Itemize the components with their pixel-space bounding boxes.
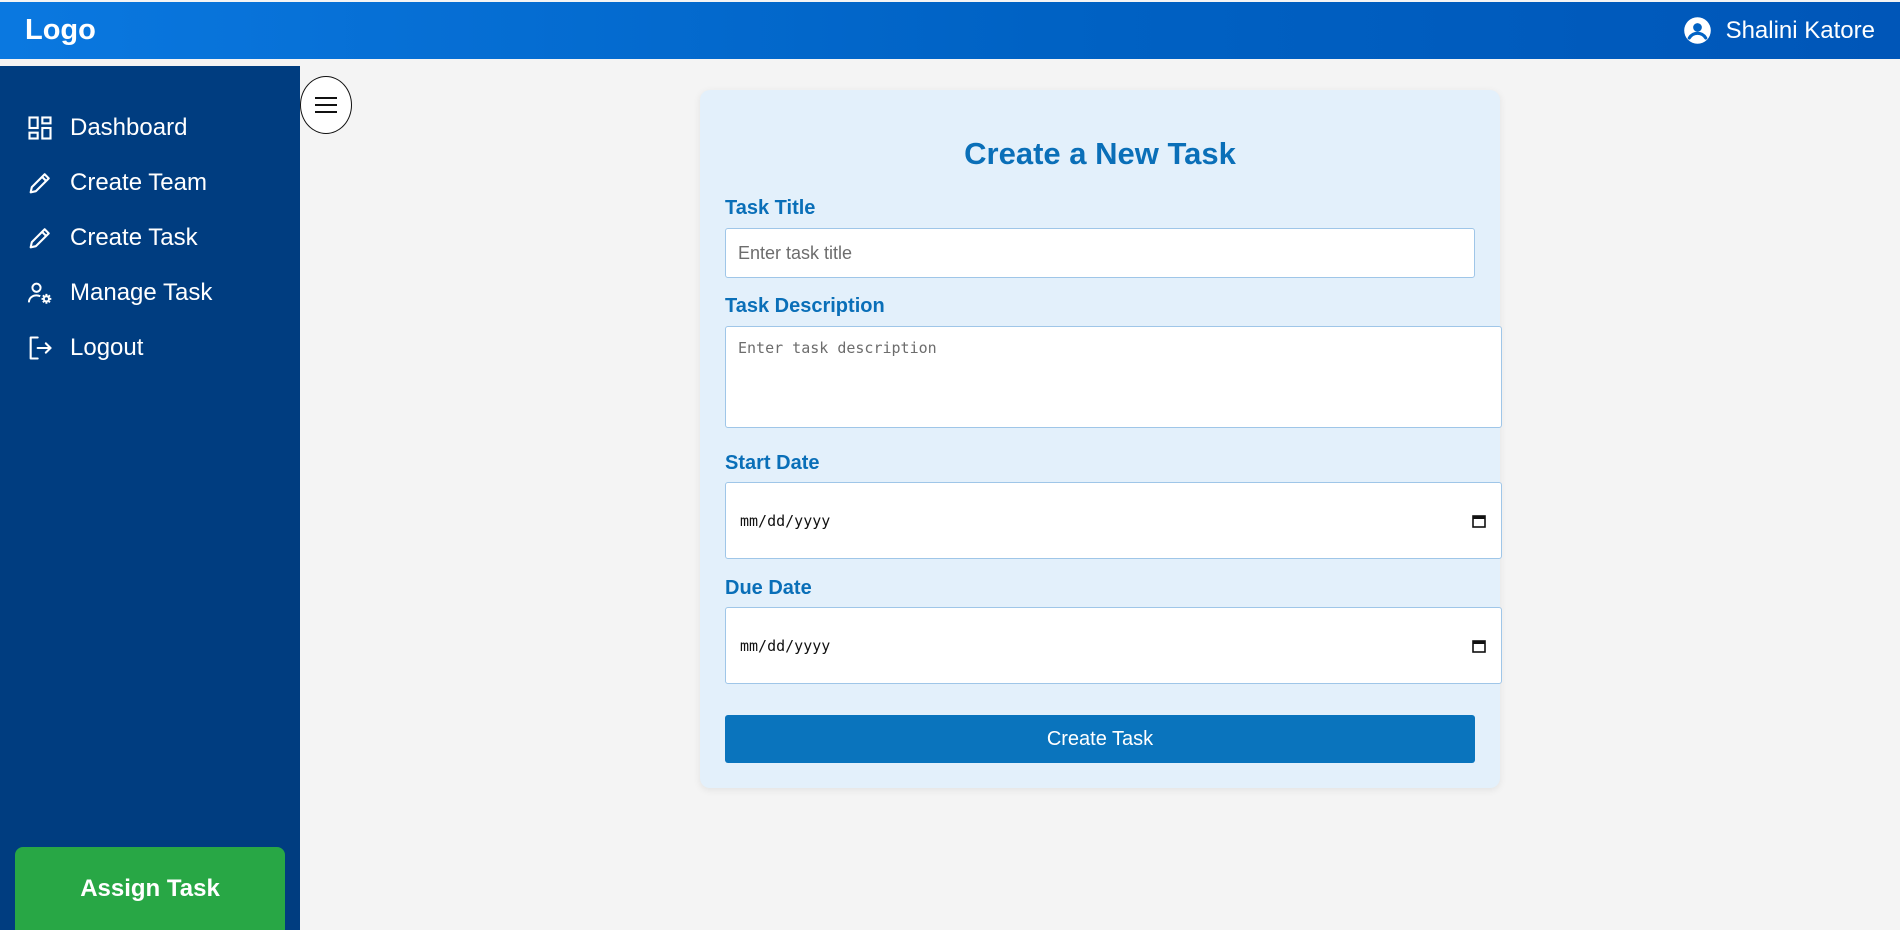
sidebar-toggle-button[interactable]: [300, 76, 352, 134]
task-description-label: Task Description: [725, 295, 885, 317]
calendar-icon[interactable]: [1471, 513, 1487, 529]
start-date-label: Start Date: [725, 452, 820, 474]
task-title-label: Task Title: [725, 197, 816, 219]
user-gear-icon: [26, 279, 54, 307]
task-title-input[interactable]: [725, 228, 1475, 278]
sidebar-item-label: Dashboard: [70, 113, 188, 141]
sidebar-item-label: Create Task: [70, 223, 198, 251]
sidebar-nav: Dashboard Create Team Create Task Manage…: [0, 66, 300, 375]
pencil-icon: [26, 169, 54, 197]
task-description-textarea[interactable]: [725, 326, 1502, 428]
account-circle-icon: [1683, 17, 1711, 44]
sidebar-item-manage-task[interactable]: Manage Task: [0, 265, 300, 320]
logo[interactable]: Logo: [25, 14, 96, 47]
user-name: Shalini Katore: [1725, 16, 1875, 44]
due-date-value: mm/dd/yyyy: [740, 636, 831, 655]
sidebar-item-create-team[interactable]: Create Team: [0, 155, 300, 210]
due-date-label: Due Date: [725, 577, 812, 599]
pencil-icon: [26, 224, 54, 252]
sidebar-item-label: Logout: [70, 333, 144, 361]
page-title: Create a New Task: [964, 136, 1236, 171]
user-menu[interactable]: Shalini Katore: [1683, 16, 1875, 45]
sidebar: Dashboard Create Team Create Task Manage…: [0, 66, 300, 930]
start-date-input[interactable]: mm/dd/yyyy: [725, 482, 1502, 559]
logout-icon: [26, 334, 54, 362]
sidebar-item-label: Create Team: [70, 168, 207, 196]
sidebar-item-logout[interactable]: Logout: [0, 320, 300, 375]
due-date-input[interactable]: mm/dd/yyyy: [725, 607, 1502, 684]
sidebar-item-dashboard[interactable]: Dashboard: [0, 100, 300, 155]
start-date-value: mm/dd/yyyy: [740, 511, 831, 530]
create-task-card: Create a New Task Task Title Task Descri…: [700, 90, 1502, 788]
create-task-button[interactable]: Create Task: [725, 715, 1475, 763]
top-navbar: Logo Shalini Katore: [0, 2, 1900, 59]
sidebar-item-label: Manage Task: [70, 278, 213, 306]
dashboard-icon: [26, 114, 54, 142]
hamburger-menu-icon: [315, 97, 337, 113]
sidebar-item-create-task[interactable]: Create Task: [0, 210, 300, 265]
calendar-icon[interactable]: [1471, 638, 1487, 654]
assign-task-button[interactable]: Assign Task: [15, 847, 285, 930]
